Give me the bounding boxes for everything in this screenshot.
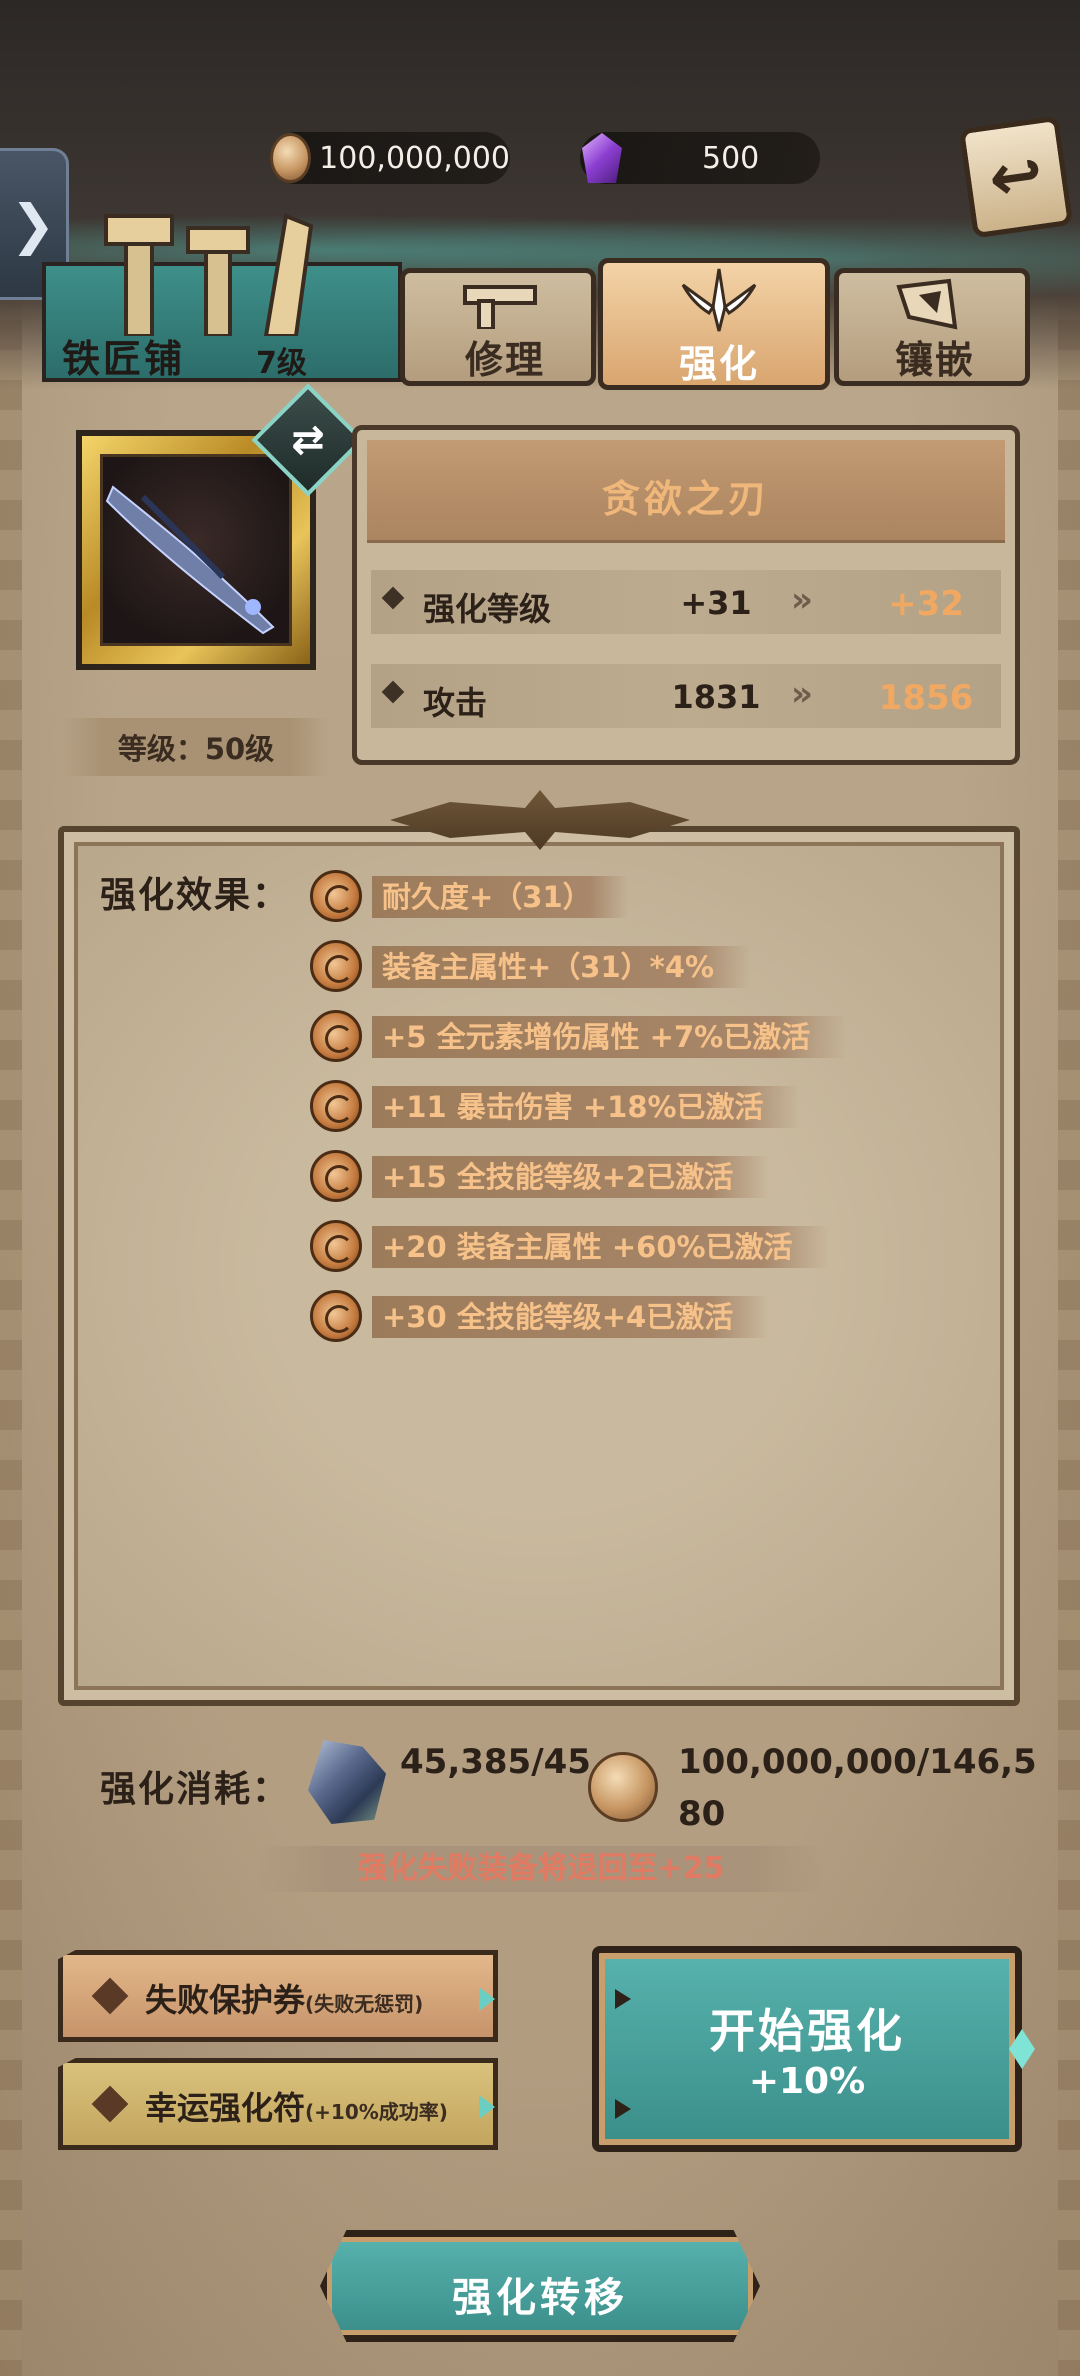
- gem-currency-pill: 500: [580, 132, 820, 184]
- stat-current-value: +31: [680, 584, 752, 622]
- item-stat-card: 贪欲之刃 强化等级 +31 » +32 攻击 1831 » 1856: [352, 425, 1020, 765]
- shop-level: 7级: [256, 346, 307, 381]
- arrow-tip-icon: [479, 2095, 495, 2119]
- purple-gem-icon: [582, 133, 622, 183]
- cost-label: 强化消耗：: [100, 1769, 291, 1810]
- item-level-text: 等级：50级: [117, 732, 275, 766]
- effect-text: +20 装备主属性 +60%已激活: [372, 1226, 829, 1268]
- stat-current-value: 1831: [671, 678, 761, 716]
- ore-cost: 45,385/45: [400, 1742, 591, 1782]
- effects-label: 强化效果：: [100, 875, 291, 916]
- gold-cost: 100,000,000/146,580: [678, 1742, 1037, 1834]
- effect-text: +5 全元素增伤属性 +7%已激活: [372, 1016, 847, 1058]
- swirl-badge-icon: [310, 1080, 362, 1132]
- tab-enhance-label: 强化: [679, 342, 760, 386]
- swirl-badge-icon: [310, 940, 362, 992]
- fail-warning: 强化失败装备将退回至+25: [256, 1846, 826, 1892]
- effect-text: +11 暴击伤害 +18%已激活: [372, 1086, 800, 1128]
- effect-text: +15 全技能等级+2已激活: [372, 1156, 770, 1198]
- swirl-badge-icon: [310, 1220, 362, 1272]
- protection-sub: (失败无惩罚): [305, 1992, 424, 2016]
- tab-inlay[interactable]: 镶嵌: [834, 268, 1030, 386]
- effect-text: 耐久度+（31）: [372, 876, 628, 918]
- diamond-bullet-icon: [381, 680, 405, 704]
- gold-currency-pill: 100,000,000: [270, 132, 510, 184]
- gold-amount: 100,000,000: [319, 140, 510, 176]
- left-border-decoration: [0, 260, 22, 2376]
- effect-text: 装备主属性+（31）*4%: [372, 946, 751, 988]
- start-enhance-label: 开始强化: [709, 2004, 905, 2058]
- swirl-badge-icon: [310, 1010, 362, 1062]
- stat-label: 强化等级: [423, 590, 552, 628]
- dark-blade-icon: [105, 485, 275, 635]
- item-name-bar: 贪欲之刃: [367, 440, 1005, 543]
- lucky-charm-button[interactable]: 幸运强化符(+10%成功率): [58, 2058, 498, 2150]
- start-enhance-bonus: +10%: [748, 2061, 866, 2102]
- lucky-sub: (+10%成功率): [305, 2100, 448, 2124]
- stat-next-value: +32: [888, 584, 964, 624]
- gold-coin-icon: [588, 1752, 658, 1822]
- arrow-right-icon: »: [791, 674, 813, 714]
- arrow-marker-icon: [615, 2099, 631, 2119]
- item-level-ribbon: 等级：50级: [62, 718, 330, 776]
- swap-icon: ⇄: [291, 417, 325, 463]
- swirl-badge-icon: [310, 870, 362, 922]
- crossed-hammers-icon: [104, 213, 314, 336]
- enhance-transfer-label: 强化转移: [452, 2275, 628, 2321]
- tab-inlay-label: 镶嵌: [895, 338, 976, 382]
- arrow-tip-icon: [479, 1987, 495, 2011]
- diamond-icon: [91, 1977, 129, 2015]
- arrow-right-icon: »: [791, 580, 813, 620]
- protection-label: 失败保护券(失败无惩罚): [145, 1981, 424, 2019]
- stat-next-value: 1856: [878, 678, 974, 718]
- stat-row-enhance-level: 强化等级 +31 » +32: [371, 570, 1001, 634]
- failure-protection-button[interactable]: 失败保护券(失败无惩罚): [58, 1950, 498, 2042]
- enhance-transfer-button[interactable]: 强化转移: [320, 2230, 760, 2342]
- item-name: 贪欲之刃: [601, 477, 770, 521]
- swirl-badge-icon: [310, 1290, 362, 1342]
- hammer-icon: [463, 285, 537, 329]
- tab-repair[interactable]: 修理: [400, 268, 596, 386]
- tab-repair-label: 修理: [465, 338, 546, 382]
- right-border-decoration: [1058, 260, 1080, 2376]
- item-portrait: [100, 454, 292, 646]
- stat-label: 攻击: [423, 684, 488, 722]
- lucky-label: 幸运强化符(+10%成功率): [145, 2089, 448, 2127]
- sword-emblem-icon: [681, 268, 757, 332]
- diamond-icon: [91, 2085, 129, 2123]
- gold-coin-icon: [270, 133, 312, 183]
- chevron-right-icon: ❯: [10, 192, 56, 256]
- swirl-badge-icon: [310, 1150, 362, 1202]
- tab-enhance[interactable]: 强化: [598, 258, 830, 390]
- gem-amount: 500: [702, 140, 760, 176]
- diamond-bullet-icon: [381, 586, 405, 610]
- shop-name: 铁匠铺: [62, 337, 186, 381]
- stat-row-attack: 攻击 1831 » 1856: [371, 664, 1001, 728]
- start-enhance-button[interactable]: 开始强化 +10%: [592, 1946, 1035, 2152]
- back-arrow-icon: ↩: [984, 136, 1048, 218]
- effect-text: +30 全技能等级+4已激活: [372, 1296, 770, 1338]
- back-button[interactable]: ↩: [958, 115, 1074, 239]
- gem-socket-icon: [896, 278, 958, 330]
